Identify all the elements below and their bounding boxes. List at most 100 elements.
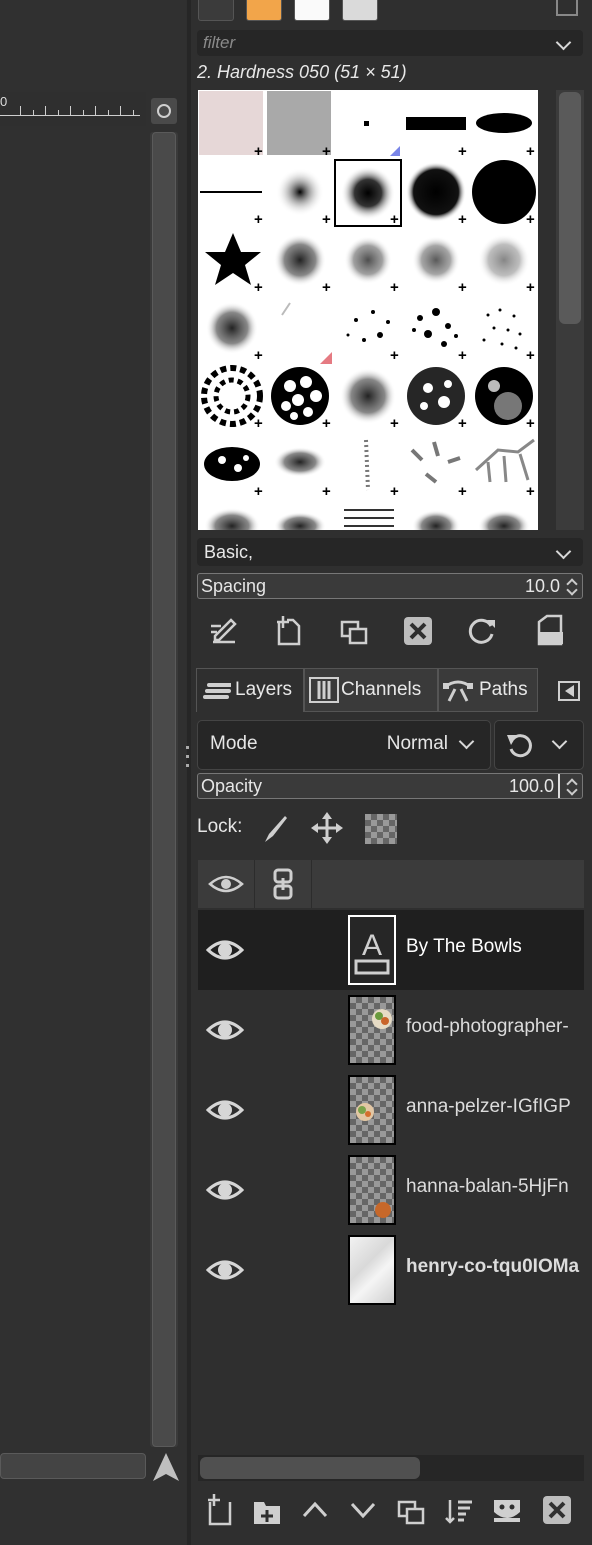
visibility-header-icon[interactable] (208, 872, 244, 896)
eye-icon[interactable] (206, 1174, 244, 1206)
layer-row[interactable]: anna-pelzer-IGfIGP (198, 1070, 584, 1150)
layer-opacity-field[interactable]: Opacity 100.0 (197, 773, 583, 799)
tab-menu-icon[interactable] (556, 0, 578, 16)
tab-fonts[interactable] (294, 0, 330, 21)
brush-cell[interactable] (344, 509, 394, 527)
brush-cell[interactable] (364, 439, 370, 491)
duplicate-layer-icon[interactable] (391, 1492, 431, 1532)
layers-dock-tabs: Layers Channels Paths (192, 668, 592, 714)
layer-name[interactable]: food-photographer- (406, 1016, 584, 1038)
canvas-horizontal-scrollbar[interactable] (0, 1453, 146, 1479)
layer-name[interactable]: By The Bowls (406, 936, 584, 958)
new-layer-group-icon[interactable] (247, 1492, 287, 1532)
svg-text:+: + (526, 347, 535, 364)
brush-tag-filter[interactable]: Basic, (197, 538, 583, 566)
layer-name[interactable]: henry-co-tqu0IOMa (406, 1256, 584, 1278)
brush-cell[interactable] (407, 367, 465, 425)
layers-horizontal-scrollbar[interactable] (198, 1455, 584, 1481)
lower-layer-icon[interactable] (343, 1492, 383, 1532)
layer-row[interactable]: henry-co-tqu0IOMa (198, 1230, 584, 1310)
spinner-icon[interactable] (566, 577, 578, 595)
brush-grid-scrollbar[interactable] (556, 90, 584, 530)
eye-icon[interactable] (206, 934, 244, 966)
navigate-image-button[interactable] (151, 98, 177, 124)
tab-document-history[interactable] (342, 0, 378, 21)
brush-cell[interactable] (274, 447, 326, 477)
brush-cell[interactable] (476, 113, 532, 133)
brush-cell[interactable] (205, 233, 261, 285)
pane-resize-grip[interactable] (186, 740, 190, 776)
brush-cell[interactable] (201, 365, 263, 427)
brush-cell[interactable] (206, 302, 258, 354)
brush-cell[interactable] (482, 308, 522, 350)
tab-paths-label: Paths (479, 679, 528, 700)
brush-cell[interactable] (271, 367, 329, 425)
brush-spacing-field[interactable]: Spacing 10.0 (197, 573, 583, 599)
layer-row[interactable]: food-photographer- (198, 990, 584, 1070)
tag-filter-value: Basic, (204, 542, 254, 562)
svg-text:+: + (458, 347, 467, 364)
horizontal-ruler[interactable]: 0 (0, 92, 146, 126)
delete-brush-icon[interactable] (401, 614, 435, 648)
chain-header-icon[interactable] (271, 868, 295, 900)
brush-cell[interactable] (276, 168, 324, 216)
merge-layer-icon[interactable] (439, 1492, 479, 1532)
layer-name[interactable]: anna-pelzer-IGfIGP (406, 1096, 584, 1118)
brush-cell[interactable] (406, 117, 466, 130)
raise-layer-icon[interactable] (295, 1492, 335, 1532)
brush-cell[interactable] (474, 438, 535, 483)
brush-cell[interactable] (346, 310, 391, 342)
brush-cell[interactable] (478, 234, 530, 286)
lock-pixels-icon[interactable] (261, 812, 291, 844)
svg-text:+: + (458, 279, 467, 296)
canvas-vertical-scrollbar[interactable] (150, 132, 178, 1447)
brush-cell[interactable] (406, 162, 466, 222)
layer-row[interactable]: A By The Bowls (198, 910, 584, 990)
brush-cell[interactable] (364, 121, 369, 126)
refresh-brushes-icon[interactable] (465, 614, 499, 648)
eye-icon[interactable] (206, 1094, 244, 1126)
brush-cell[interactable] (340, 368, 396, 424)
edit-brush-icon[interactable] (207, 614, 241, 648)
brush-cell[interactable] (274, 234, 326, 286)
tab-channels[interactable]: Channels (304, 668, 438, 712)
eye-icon[interactable] (206, 1254, 244, 1286)
brush-cell[interactable] (475, 367, 533, 425)
dock-menu-icon[interactable] (556, 678, 584, 704)
duplicate-brush-icon[interactable] (337, 614, 371, 648)
brush-cell[interactable] (412, 236, 460, 284)
new-brush-icon[interactable] (271, 614, 305, 648)
brush-cell[interactable] (281, 302, 332, 364)
composite-mode-button[interactable] (494, 720, 584, 770)
spinner-icon[interactable] (566, 777, 578, 795)
brush-grid[interactable]: + + + + + + + + + + + + + + + + + + + + + + + + + + + + (198, 90, 538, 530)
brush-cell[interactable] (410, 441, 461, 484)
layer-name[interactable]: hanna-balan-5HjFn (406, 1176, 584, 1198)
brush-toolbar (197, 608, 583, 654)
tab-layers[interactable]: Layers (196, 668, 304, 712)
brush-cell[interactable] (412, 510, 460, 530)
tab-brushes[interactable] (198, 0, 234, 21)
quick-mask-icon[interactable] (150, 1450, 182, 1484)
delete-layer-icon[interactable] (537, 1492, 577, 1532)
brush-cell[interactable] (204, 508, 260, 530)
brush-cell[interactable] (344, 236, 392, 284)
brush-cell[interactable] (204, 447, 260, 481)
brush-cell[interactable] (478, 510, 530, 530)
eye-icon[interactable] (206, 1014, 244, 1046)
new-layer-icon[interactable] (199, 1492, 239, 1532)
layer-mask-icon[interactable] (487, 1492, 527, 1532)
tab-paths[interactable]: Paths (438, 668, 538, 712)
tab-patterns[interactable] (246, 0, 282, 21)
layer-row[interactable]: hanna-balan-5HjFn (198, 1150, 584, 1230)
brush-cell[interactable] (274, 512, 326, 530)
layer-mode-select[interactable]: Mode Normal (197, 720, 491, 770)
layer-thumbnail (348, 1235, 396, 1305)
svg-text:+: + (526, 143, 535, 160)
lock-position-icon[interactable] (311, 812, 343, 844)
open-brush-as-image-icon[interactable] (533, 614, 567, 648)
brush-filter-input[interactable]: filter (197, 30, 583, 56)
pane-separator-handle[interactable] (372, 660, 408, 673)
brush-cell[interactable] (412, 308, 458, 347)
lock-alpha-icon[interactable] (365, 814, 397, 844)
